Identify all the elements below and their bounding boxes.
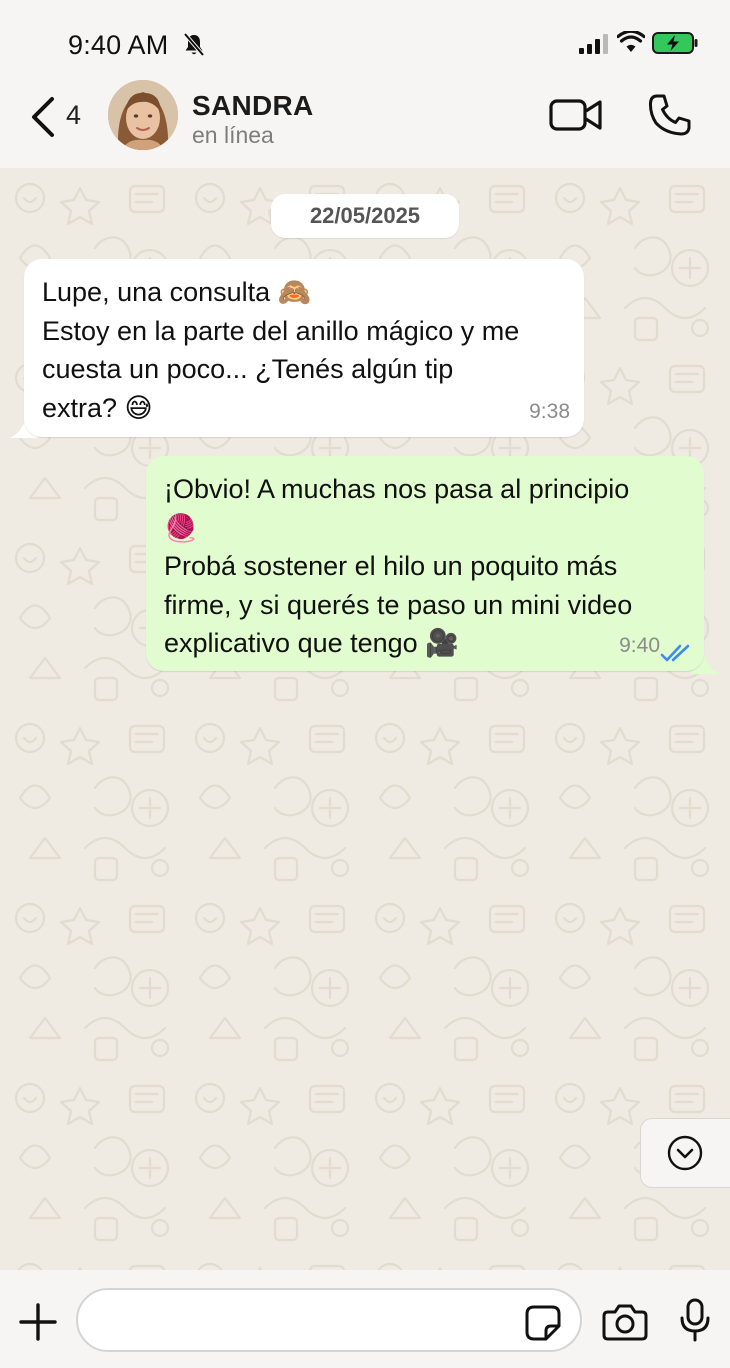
avatar[interactable] bbox=[108, 80, 178, 150]
message-line: Probá sostener el hilo un poquito más bbox=[164, 551, 618, 581]
back-count-badge[interactable]: 4 bbox=[66, 100, 81, 131]
message-line: 🧶 bbox=[164, 512, 198, 543]
message-time: 9:38 bbox=[529, 399, 570, 423]
bell-slash-icon bbox=[183, 32, 205, 57]
video-call-icon[interactable] bbox=[549, 96, 603, 134]
sticker-icon[interactable] bbox=[524, 1304, 562, 1342]
contact-name[interactable]: SANDRA bbox=[192, 90, 314, 122]
camera-icon[interactable] bbox=[602, 1303, 648, 1341]
message-time: 9:40 bbox=[619, 633, 660, 657]
contact-status: en línea bbox=[192, 122, 274, 148]
message-line: extra? 😅 bbox=[42, 392, 153, 423]
microphone-icon[interactable] bbox=[680, 1298, 710, 1342]
message-input[interactable] bbox=[76, 1288, 582, 1352]
incoming-message[interactable]: Lupe, una consulta 🙈 Estoy en la parte d… bbox=[24, 259, 584, 437]
status-bar: 9:40 AM bbox=[0, 0, 730, 80]
status-time: 9:40 AM bbox=[68, 30, 169, 60]
chat-area[interactable]: 22/05/2025 Lupe, una consulta 🙈 Estoy en… bbox=[0, 168, 730, 1270]
phone-call-icon[interactable] bbox=[648, 93, 692, 137]
message-line: ¡Obvio! A muchas nos pasa al principio bbox=[164, 474, 630, 504]
plus-icon[interactable] bbox=[18, 1302, 58, 1342]
date-chip: 22/05/2025 bbox=[271, 194, 459, 238]
message-line: Estoy en la parte del anillo mágico y me bbox=[42, 315, 520, 346]
signal-icon bbox=[579, 34, 608, 54]
message-line: firme, y si querés te paso un mini video bbox=[164, 589, 633, 620]
chat-header: 4 SANDRA en línea bbox=[0, 80, 730, 168]
composer-bar bbox=[0, 1270, 730, 1368]
message-line: explicativo que tengo 🎥 bbox=[164, 628, 459, 658]
wifi-icon bbox=[617, 31, 645, 52]
scroll-to-bottom-button[interactable] bbox=[640, 1118, 730, 1188]
message-line: Lupe, una consulta 🙈 bbox=[42, 277, 312, 307]
avatar-image bbox=[108, 80, 178, 150]
battery-charging-icon bbox=[652, 32, 698, 54]
chevron-left-icon[interactable] bbox=[28, 95, 58, 139]
double-check-read-icon bbox=[660, 644, 690, 662]
outgoing-message[interactable]: ¡Obvio! A muchas nos pasa al principio 🧶… bbox=[146, 456, 704, 671]
message-line: cuesta un poco... ¿Tenés algún tip bbox=[42, 354, 454, 384]
chevron-down-circle-icon bbox=[667, 1135, 703, 1171]
